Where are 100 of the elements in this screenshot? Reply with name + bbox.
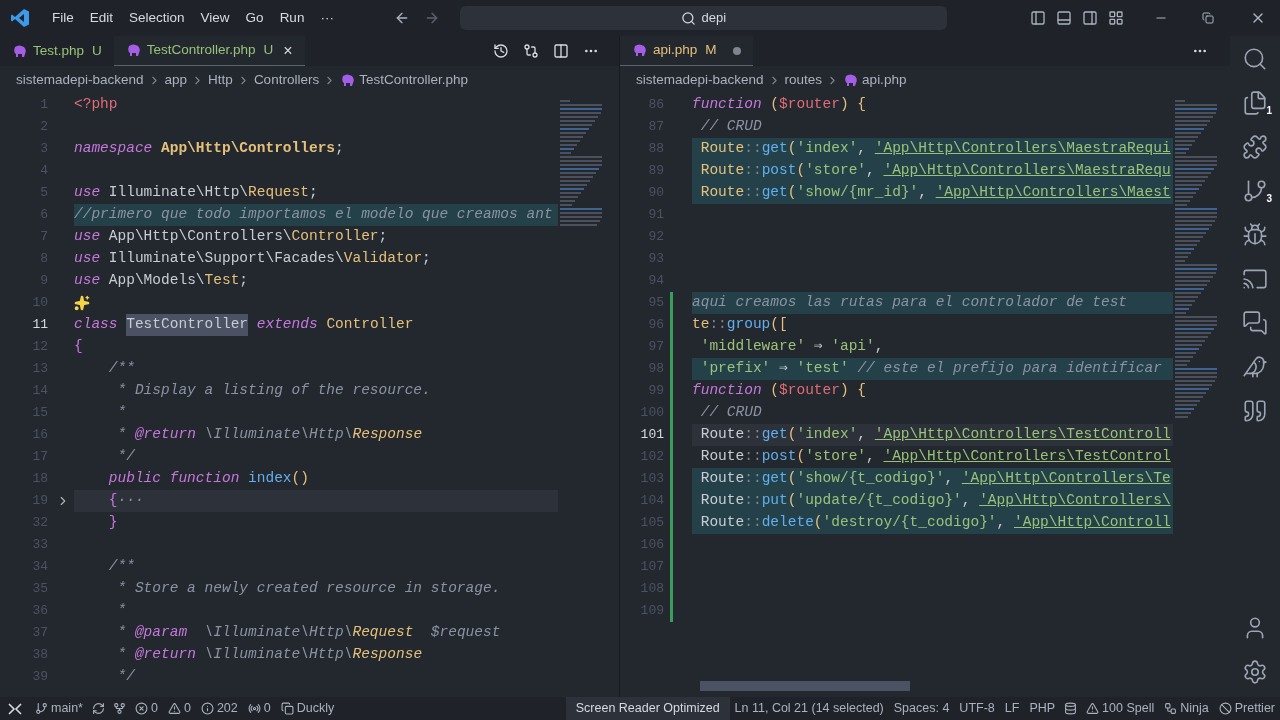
- code-token: ···: [117, 491, 144, 511]
- graph-icon[interactable]: [112, 702, 126, 715]
- code-token: $router: [779, 95, 840, 115]
- count-label: 3: [1266, 192, 1272, 206]
- menu-item[interactable]: Selection: [121, 7, 193, 29]
- status-item[interactable]: 202: [216, 699, 238, 718]
- sync-icon[interactable]: [91, 702, 105, 715]
- status-item[interactable]: 0: [183, 699, 191, 718]
- code-token: 'App\Http\Controllers\TestControll: [874, 425, 1171, 445]
- code-token: // CRUD: [699, 117, 762, 137]
- layout-icon[interactable]: [1108, 10, 1124, 26]
- code-token: ::: [744, 139, 762, 159]
- code-token: 'App\Http\Controllers\MaestraRequi: [874, 139, 1171, 159]
- editor-tab[interactable]: TestController.php U ×: [113, 36, 305, 66]
- code-token: ,: [918, 183, 928, 203]
- code-token: ::: [744, 469, 762, 489]
- code-token: Route: [699, 183, 745, 203]
- compare-icon[interactable]: [523, 43, 539, 59]
- app-logo[interactable]: [10, 8, 30, 28]
- code-token: /**: [107, 359, 135, 379]
- status-item[interactable]: 0: [150, 699, 158, 718]
- breadcrumb[interactable]: routes: [784, 69, 823, 91]
- code-token: *: [116, 623, 128, 643]
- editor-tab[interactable]: api.php M: [620, 36, 753, 66]
- status-item[interactable]: Ninja: [1180, 699, 1209, 718]
- breadcrumb[interactable]: sistemadepi-backend: [16, 69, 144, 91]
- split-editor-icon[interactable]: [553, 43, 569, 59]
- line-number: 101: [639, 426, 664, 445]
- editor-tab[interactable]: Test.php U: [0, 36, 114, 66]
- breadcrumb[interactable]: TestController.php: [359, 69, 468, 91]
- code-token: 'test': [796, 359, 849, 379]
- status-item[interactable]: LF: [1004, 699, 1020, 718]
- settings-icon[interactable]: [1242, 659, 1268, 685]
- breadcrumb[interactable]: sistemadepi-backend: [636, 69, 764, 91]
- code-token: ::: [744, 513, 762, 533]
- code-token: (): [291, 469, 309, 489]
- code-token: */: [116, 667, 135, 687]
- search-icon[interactable]: [1242, 46, 1268, 72]
- code-token: Response: [352, 645, 423, 665]
- code-token: post: [761, 161, 797, 181]
- code-token: Request: [248, 183, 309, 203]
- breadcrumb[interactable]: Controllers: [253, 69, 320, 91]
- code-token: {: [107, 491, 118, 511]
- sparkle-icon[interactable]: [74, 295, 90, 311]
- close-tab[interactable]: ×: [283, 38, 293, 63]
- bug-icon[interactable]: [1242, 222, 1268, 248]
- code-token: (: [787, 183, 797, 203]
- menu-item[interactable]: Go: [237, 7, 272, 29]
- code-token: (: [769, 95, 780, 115]
- menu-item[interactable]: File: [44, 7, 82, 29]
- status-item[interactable]: 100 Spell: [1102, 699, 1155, 718]
- tab-label: api.php: [653, 41, 698, 60]
- breadcrumb[interactable]: Http: [208, 69, 233, 91]
- source-control-icon[interactable]: [1242, 178, 1268, 204]
- menu-item[interactable]: View: [192, 7, 238, 29]
- status-item[interactable]: Ln 11, Col 21 (14 selected): [734, 699, 884, 718]
- code-token: function: [692, 95, 762, 115]
- db-icon[interactable]: [1064, 702, 1078, 715]
- status-item[interactable]: Prettier: [1234, 699, 1275, 718]
- chat-icon[interactable]: [1242, 310, 1268, 336]
- search-field[interactable]: depi: [459, 6, 947, 30]
- menu-item[interactable]: ···: [312, 7, 342, 29]
- code-token: $request: [429, 623, 501, 643]
- code-token: {: [74, 337, 83, 357]
- toggle-sidebar-icon[interactable]: [1030, 10, 1046, 26]
- breadcrumb[interactable]: app: [164, 69, 188, 91]
- code-token: Route: [699, 469, 745, 489]
- code-token: TestController: [126, 314, 249, 336]
- code-token: \Illuminate\Http\: [203, 623, 353, 643]
- history-icon[interactable]: [493, 43, 509, 59]
- toggle-secondary-sidebar-icon[interactable]: [1082, 10, 1098, 26]
- toggle-panel-icon[interactable]: [1056, 10, 1072, 26]
- status-item[interactable]: Duckly: [296, 699, 335, 718]
- code-token: ,: [866, 161, 876, 181]
- code-token: }: [107, 513, 118, 533]
- tab-status: M: [705, 41, 717, 60]
- code-token: 'App\Http\Controllers\Te: [961, 469, 1171, 489]
- menu-item[interactable]: Run: [271, 7, 313, 29]
- search-icon: [680, 10, 696, 26]
- code-token: \Illuminate\Http\: [203, 425, 353, 445]
- breadcrumb[interactable]: api.php: [862, 69, 907, 91]
- code-token: ,: [874, 337, 884, 357]
- code-token: 'App\Http\Controllers\MaestraRequ: [883, 161, 1171, 181]
- status-item[interactable]: main*: [51, 699, 83, 718]
- code-token: ,: [857, 425, 868, 445]
- quote-icon[interactable]: [1242, 398, 1268, 424]
- puzzle-icon[interactable]: [1242, 134, 1268, 160]
- status-item[interactable]: Spaces: 4: [893, 699, 950, 718]
- menu-item[interactable]: Edit: [81, 7, 122, 29]
- status-item[interactable]: Screen Reader Optimized: [565, 697, 730, 720]
- files-icon[interactable]: [1242, 90, 1268, 116]
- tab-label: Test.php: [33, 41, 85, 60]
- code-token: get: [761, 469, 788, 489]
- code-token: (: [796, 161, 806, 181]
- status-item[interactable]: 0: [263, 699, 271, 718]
- horizontal-scrollbar[interactable]: [700, 681, 910, 691]
- code-token: use: [74, 183, 102, 203]
- restore-icon[interactable]: [1202, 12, 1214, 24]
- status-item[interactable]: PHP: [1029, 699, 1056, 718]
- status-item[interactable]: UTF-8: [959, 699, 995, 718]
